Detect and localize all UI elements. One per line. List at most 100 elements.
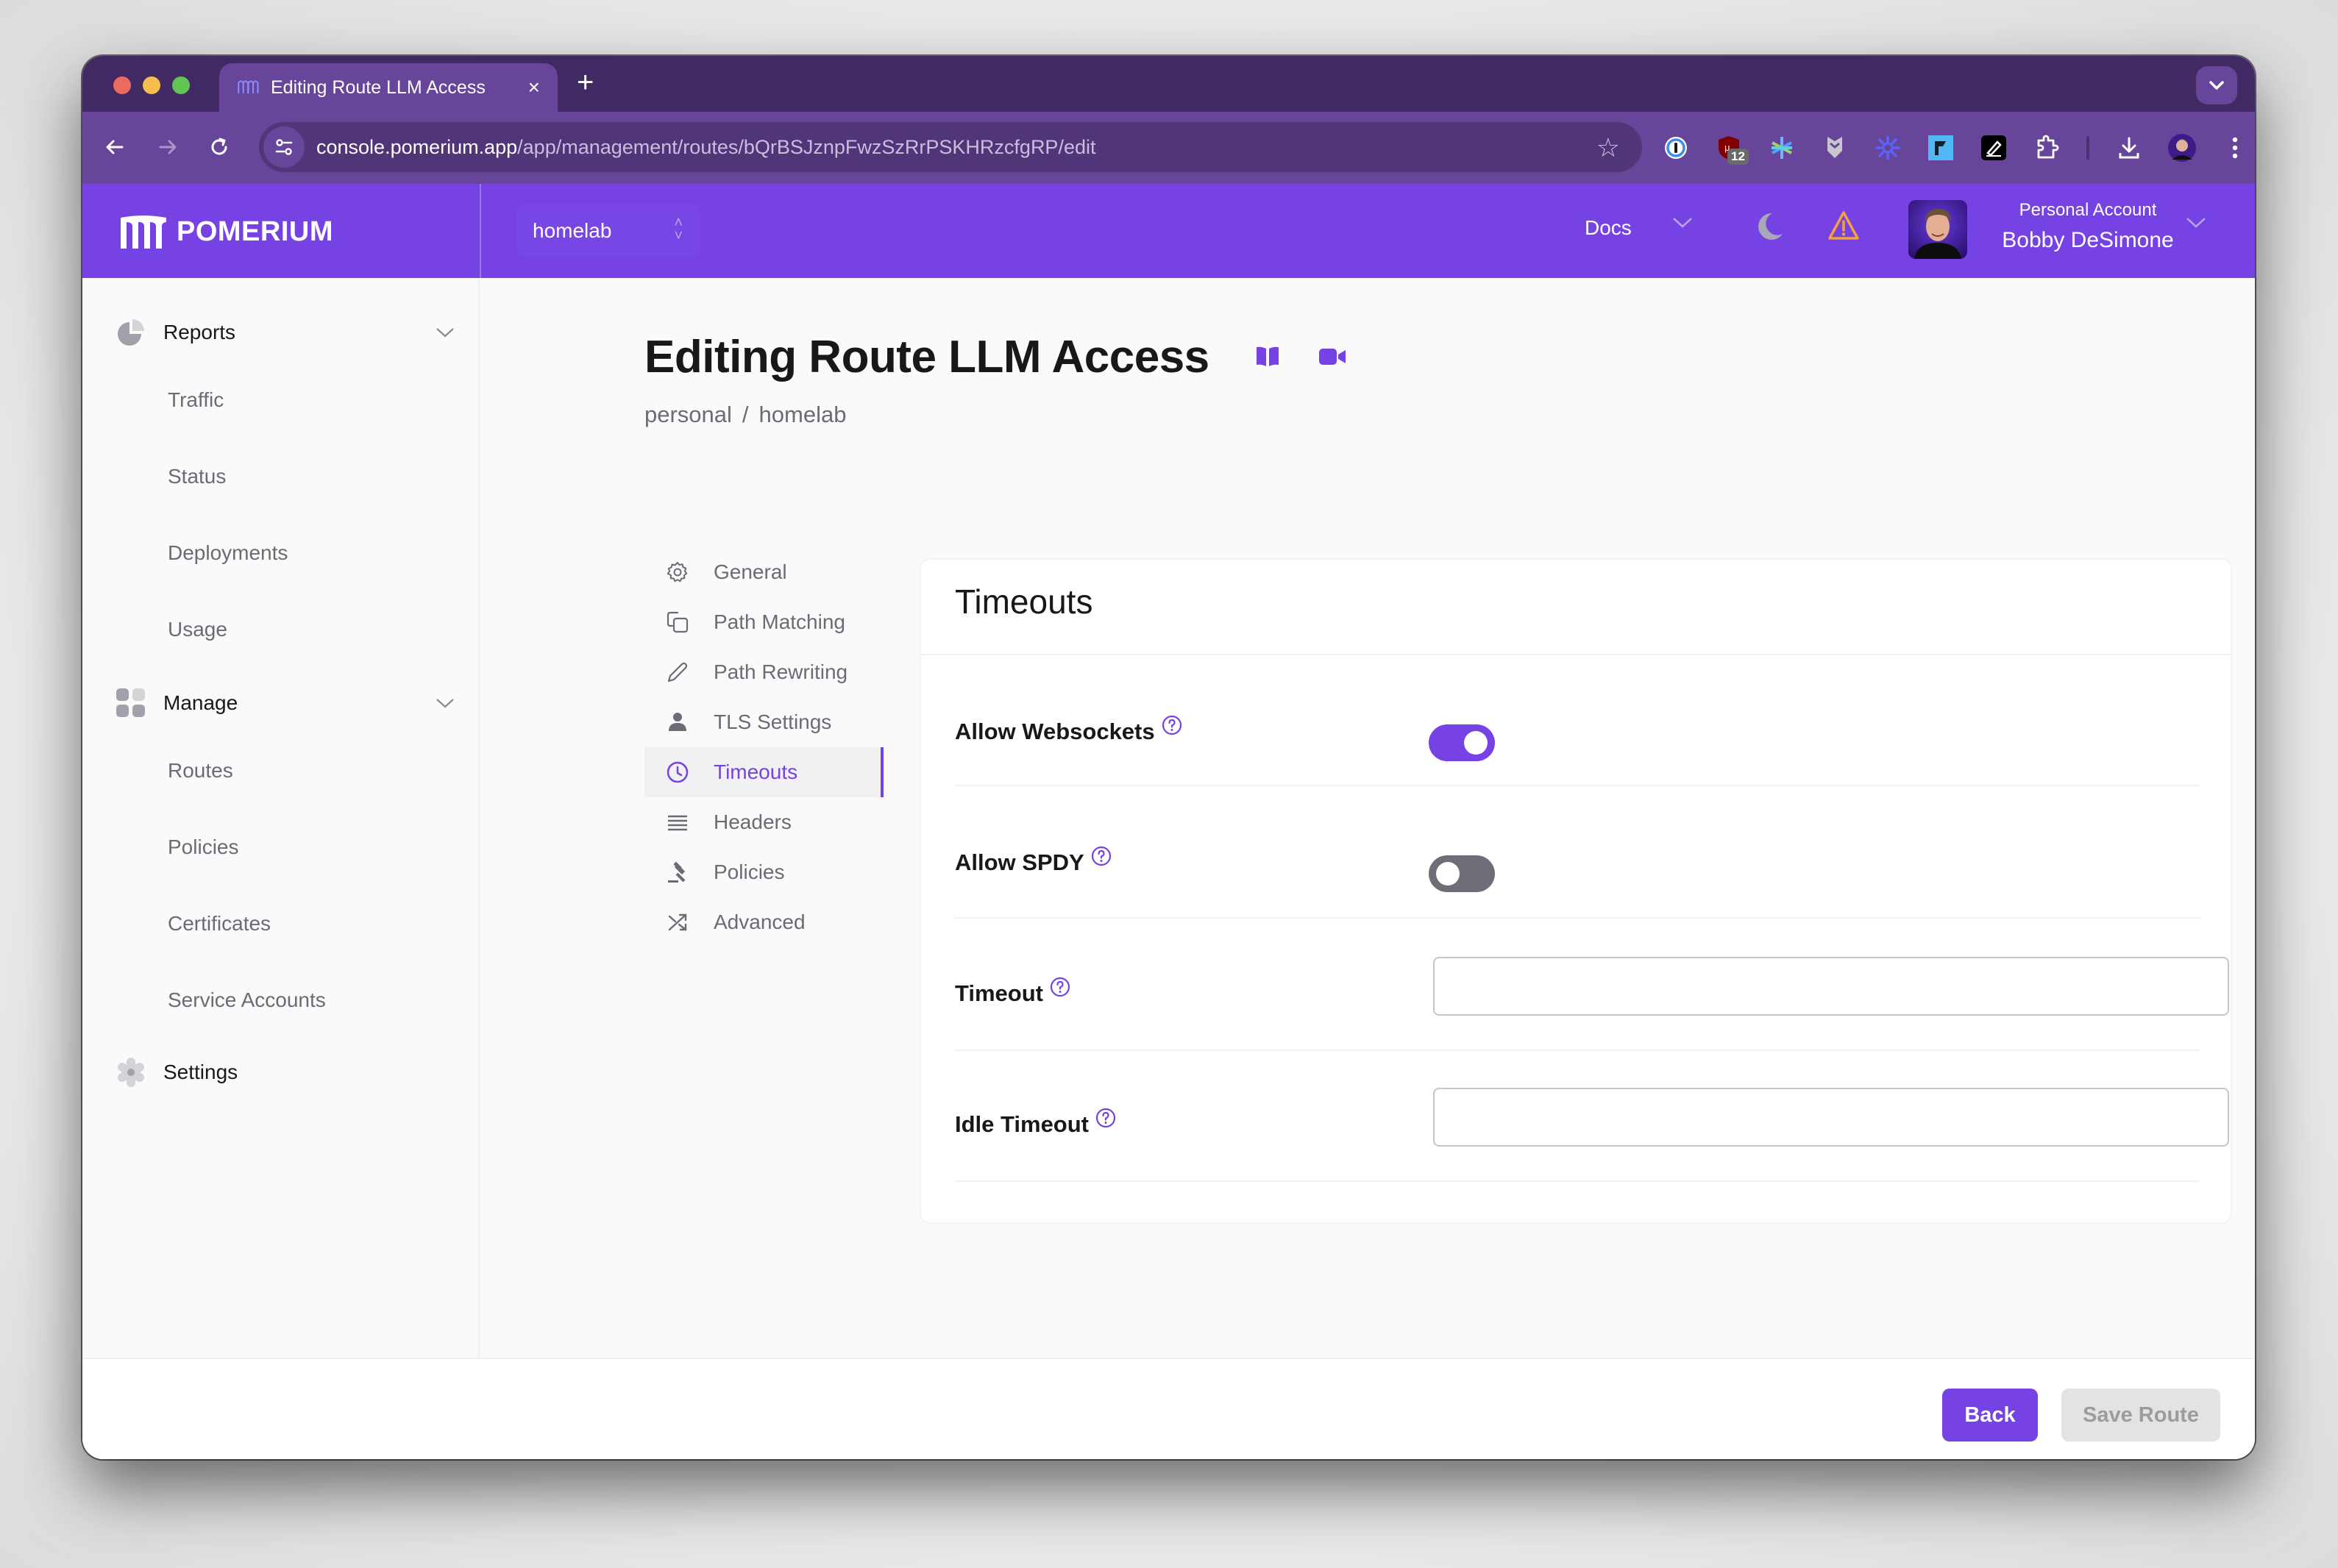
sidebar-item-deployments[interactable]: Deployments [168,541,288,565]
form-footer: Back Save Route [82,1358,2255,1459]
vertical-dots-icon [2232,137,2238,159]
allow-spdy-label: Allow SPDY [955,849,1084,875]
docs-menu[interactable]: Docs [1585,216,1632,240]
brand-name: POMERIUM [177,215,333,247]
arrow-right-icon [159,140,177,154]
linear-extension-icon[interactable] [1914,126,1967,169]
sidebar-section-manage[interactable]: Manage [116,688,455,718]
subnav-headers[interactable]: Headers [644,797,884,847]
back-button[interactable] [97,129,132,165]
page-title: Editing Route LLM Access [644,332,1209,382]
save-route-button[interactable]: Save Route [2061,1389,2220,1442]
shuffle-icon [665,910,690,935]
allow-websockets-toggle[interactable] [1429,724,1495,761]
new-tab-button[interactable]: + [577,66,594,99]
extension-icons: µ 12 [1649,126,2255,169]
perplexity-extension-icon[interactable] [1755,126,1808,169]
breadcrumb-separator: / [742,402,749,427]
chevron-up-down-icon: ˄ ˅ [674,215,683,244]
sidebar-section-reports[interactable]: Reports [116,318,455,347]
allow-spdy-toggle[interactable] [1429,855,1495,892]
title-actions [1255,346,1346,368]
ublock-extension-icon[interactable]: µ 12 [1702,126,1755,169]
profile-photo-icon [2168,134,2196,162]
help-question-icon[interactable] [1161,714,1183,736]
address-bar[interactable]: console.pomerium.app/app/management/rout… [259,122,1642,172]
breadcrumb-item-personal[interactable]: personal [644,402,732,427]
docs-chevron-down-icon[interactable] [1671,210,1694,235]
bookmark-star-icon[interactable]: ☆ [1596,132,1620,163]
puzzle-extensions-icon[interactable] [2020,126,2073,169]
card-title: Timeouts [955,582,1093,621]
url-host: console.pomerium.app [316,135,518,158]
subnav-label: Path Rewriting [714,660,848,683]
url-path: /app/management/routes/bQrBSJznpFwzSzRrP… [517,135,1096,158]
warning-icon[interactable] [1827,210,1860,245]
gavel-icon [665,860,690,885]
minimize-window-button[interactable] [143,76,160,94]
close-window-button[interactable] [113,76,131,94]
profile-avatar-icon[interactable] [2156,126,2209,169]
tab-close-icon[interactable]: × [528,76,540,99]
subnav-policies[interactable]: Policies [644,847,884,897]
subnav-tls-settings[interactable]: TLS Settings [644,697,884,747]
account-chevron-down-icon[interactable] [2185,210,2207,235]
pen-extension-icon[interactable] [1967,126,2020,169]
chevron-down-icon[interactable] [436,327,455,338]
organization-name: homelab [533,219,612,242]
timeout-input[interactable] [1433,957,2229,1016]
gear-icon [665,560,690,585]
subnav-timeouts[interactable]: Timeouts [644,747,884,797]
field-allow-websockets: Allow Websockets [955,655,2200,786]
grid-icon [116,688,145,717]
shield-extension-icon[interactable] [1808,126,1861,169]
download-arrow-icon [2119,137,2139,159]
sparkle-extension-icon[interactable] [1861,126,1914,169]
sidebar-item-traffic[interactable]: Traffic [168,388,224,412]
help-question-icon[interactable] [1049,976,1071,998]
back-button[interactable]: Back [1942,1389,2038,1442]
idle-timeout-input[interactable] [1433,1088,2229,1147]
sidebar-item-usage[interactable]: Usage [168,618,227,641]
field-timeout: Timeout [955,920,2229,1051]
field-label: Allow SPDY [955,846,1112,876]
account-name[interactable]: Bobby DeSimone [2000,228,2176,253]
tab-search-button[interactable] [2196,66,2237,104]
maximize-window-button[interactable] [172,76,190,94]
pomerium-logo[interactable]: POMERIUM [119,215,333,249]
browser-window: ᗰᗰ Editing Route LLM Access × + console.… [82,56,2255,1459]
help-question-icon[interactable] [1095,1107,1117,1129]
sidebar-item-status[interactable]: Status [168,465,226,488]
video-camera-icon[interactable] [1318,346,1346,368]
browser-tab-active[interactable]: ᗰᗰ Editing Route LLM Access × [219,63,558,112]
book-icon[interactable] [1255,346,1280,368]
sidebar-section-settings[interactable]: Settings [116,1058,455,1087]
forward-button[interactable] [150,129,185,165]
site-info-button[interactable] [263,126,305,168]
subnav-general[interactable]: General [644,547,884,597]
sidebar-item-policies[interactable]: Policies [168,835,238,859]
subnav-advanced[interactable]: Advanced [644,897,884,947]
reload-button[interactable] [202,129,237,165]
main-content: Editing Route LLM Access personal / homela… [481,278,2255,1414]
subnav-label: Advanced [714,910,806,933]
dark-mode-toggle-moon-icon[interactable] [1756,210,1786,246]
user-avatar[interactable] [1908,200,1967,259]
sidebar-item-certificates[interactable]: Certificates [168,912,271,936]
organization-select[interactable]: homelab ˄ ˅ [516,204,700,257]
chevron-down-icon[interactable] [436,697,455,709]
more-menu-icon[interactable] [2209,126,2255,169]
tune-icon [275,139,293,155]
download-icon[interactable] [2103,126,2156,169]
subnav-path-matching[interactable]: Path Matching [644,597,884,647]
subnav-path-rewriting[interactable]: Path Rewriting [644,647,884,697]
sidebar-item-service-accounts[interactable]: Service Accounts [168,988,326,1012]
breadcrumb-item-homelab[interactable]: homelab [759,402,847,427]
subnav-label: General [714,560,787,583]
sidebar-item-routes[interactable]: Routes [168,759,233,783]
app-header: POMERIUM homelab ˄ ˅ Docs Personal Accou… [82,184,2255,278]
toolbar-separator [2086,136,2089,160]
help-question-icon[interactable] [1090,845,1112,867]
account-type-label: Personal Account [2019,200,2157,220]
1password-extension-icon[interactable] [1649,126,1702,169]
